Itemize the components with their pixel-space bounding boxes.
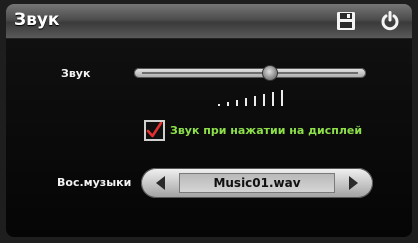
next-music-button[interactable] xyxy=(343,173,363,193)
volume-level-bar xyxy=(236,100,238,106)
checkmark-icon xyxy=(146,122,163,138)
power-button[interactable] xyxy=(379,10,401,32)
page-title: Звук xyxy=(14,10,60,30)
volume-label: Звук xyxy=(61,67,91,80)
volume-level-bar xyxy=(218,104,220,106)
settings-panel: Звук Звук при нажатии на дисплей Вос.муз… xyxy=(6,39,412,237)
music-playback-label: Вос.музыки xyxy=(57,176,132,189)
volume-slider-thumb[interactable] xyxy=(261,65,278,81)
touch-sound-label: Звук при нажатии на дисплей xyxy=(170,124,363,137)
volume-level-bar xyxy=(263,94,265,106)
volume-level-bar xyxy=(254,96,256,106)
volume-slider[interactable] xyxy=(134,65,366,81)
floppy-disk-icon xyxy=(337,12,355,30)
volume-level-bar xyxy=(227,102,229,106)
volume-level-bar xyxy=(272,92,274,106)
arrow-left-icon xyxy=(156,176,165,190)
volume-level-indicator xyxy=(218,90,288,106)
volume-level-bar xyxy=(245,98,247,106)
touch-sound-checkbox[interactable] xyxy=(144,120,165,141)
sound-settings-screen: Звук Звук Звук при нажатии на дисплей Во… xyxy=(6,4,412,237)
volume-level-bar xyxy=(281,90,283,106)
slider-groove xyxy=(142,72,358,74)
arrow-right-icon xyxy=(349,176,358,190)
save-button[interactable] xyxy=(335,10,357,32)
title-bar: Звук xyxy=(6,4,412,39)
previous-music-button[interactable] xyxy=(151,173,171,193)
music-selector: Music01.wav xyxy=(141,168,373,198)
power-icon xyxy=(381,11,399,31)
music-file-value: Music01.wav xyxy=(179,173,335,193)
